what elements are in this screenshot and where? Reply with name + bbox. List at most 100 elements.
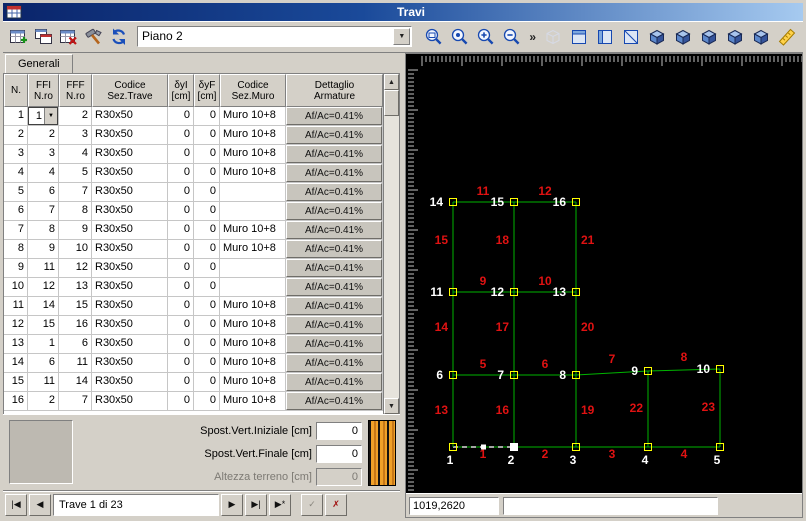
cell-ffi[interactable]: 2 — [28, 126, 59, 145]
cell-n[interactable]: 2 — [4, 126, 28, 145]
cube-e-icon[interactable] — [749, 25, 773, 49]
cube-c-icon[interactable] — [697, 25, 721, 49]
cell-dyf[interactable]: 0 — [194, 164, 220, 183]
cell-n[interactable]: 1 — [4, 107, 28, 126]
cell-fff[interactable]: 15 — [59, 297, 92, 316]
scroll-up-button[interactable]: ▲ — [384, 74, 399, 90]
cell-dyf[interactable]: 0 — [194, 259, 220, 278]
armature-detail-button[interactable]: Af/Ac=0.41% — [286, 183, 382, 201]
cell-ffi[interactable]: 6 — [28, 183, 59, 202]
cell-fff[interactable]: 5 — [59, 164, 92, 183]
cell-ffi[interactable]: 3 — [28, 145, 59, 164]
cell-muro[interactable] — [220, 259, 286, 278]
cell-dyi[interactable]: 0 — [168, 183, 194, 202]
cell-dyf[interactable]: 0 — [194, 202, 220, 221]
armature-detail-button[interactable]: Af/Ac=0.41% — [286, 278, 382, 296]
cell-muro[interactable] — [220, 278, 286, 297]
cell-trave[interactable]: R30x50 — [92, 278, 168, 297]
nav-post-button[interactable]: ✓ — [301, 494, 323, 516]
combo-dropdown-button[interactable]: ▼ — [393, 28, 410, 45]
cell-dyf[interactable]: 0 — [194, 354, 220, 373]
cell-n[interactable]: 4 — [4, 164, 28, 183]
cell-fff[interactable]: 10 — [59, 240, 92, 259]
cell-fff[interactable]: 8 — [59, 202, 92, 221]
cell-ffi[interactable]: 6 — [28, 354, 59, 373]
cube-a-icon[interactable] — [645, 25, 669, 49]
cell-n[interactable]: 15 — [4, 373, 28, 392]
cell-fff[interactable]: 7 — [59, 183, 92, 202]
node-marker[interactable] — [511, 444, 518, 451]
cell-n[interactable]: 13 — [4, 335, 28, 354]
cell-trave[interactable]: R30x50 — [92, 183, 168, 202]
cell-trave[interactable]: R30x50 — [92, 126, 168, 145]
cell-n[interactable]: 14 — [4, 354, 28, 373]
cell-muro[interactable]: Muro 10+8 — [220, 392, 286, 411]
ffi-combo[interactable]: 1▼ — [28, 107, 58, 125]
armature-detail-button[interactable]: Af/Ac=0.41% — [286, 202, 382, 220]
cell-trave[interactable]: R30x50 — [92, 221, 168, 240]
nav-first-button[interactable]: |◀ — [5, 494, 27, 516]
armature-detail-button[interactable]: Af/Ac=0.41% — [286, 221, 382, 239]
cell-muro[interactable]: Muro 10+8 — [220, 107, 286, 126]
cell-dyi[interactable]: 0 — [168, 145, 194, 164]
cell-ffi[interactable]: 12 — [28, 278, 59, 297]
cell-fff[interactable]: 12 — [59, 259, 92, 278]
cell-fff[interactable]: 7 — [59, 392, 92, 411]
refresh-icon[interactable] — [107, 25, 131, 49]
scroll-down-button[interactable]: ▼ — [384, 398, 399, 414]
cell-ffi[interactable]: 1 — [28, 335, 59, 354]
armature-detail-button[interactable]: Af/Ac=0.41% — [286, 354, 382, 372]
cell-fff[interactable]: 13 — [59, 278, 92, 297]
cell-muro[interactable] — [220, 183, 286, 202]
table-insert-icon[interactable] — [7, 25, 31, 49]
cell-dyi[interactable]: 0 — [168, 240, 194, 259]
cell-trave[interactable]: R30x50 — [92, 354, 168, 373]
cell-ffi[interactable]: 11 — [28, 259, 59, 278]
cell-dyf[interactable]: 0 — [194, 221, 220, 240]
cell-ffi[interactable]: 14 — [28, 297, 59, 316]
cell-dyi[interactable]: 0 — [168, 297, 194, 316]
cell-trave[interactable]: R30x50 — [92, 392, 168, 411]
tab-generali[interactable]: Generali — [5, 54, 73, 73]
armature-detail-button[interactable]: Af/Ac=0.41% — [286, 392, 382, 410]
cell-dyf[interactable]: 0 — [194, 297, 220, 316]
cell-dyf[interactable]: 0 — [194, 392, 220, 411]
view-xz-icon[interactable] — [593, 25, 617, 49]
cell-muro[interactable]: Muro 10+8 — [220, 126, 286, 145]
armature-detail-button[interactable]: Af/Ac=0.41% — [286, 145, 382, 163]
cell-n[interactable]: 10 — [4, 278, 28, 297]
cell-dyf[interactable]: 0 — [194, 145, 220, 164]
nav-cancel-button[interactable]: ✗ — [325, 494, 347, 516]
cell-muro[interactable]: Muro 10+8 — [220, 373, 286, 392]
ffi-combo-dropdown-button[interactable]: ▼ — [44, 108, 57, 124]
cell-dyf[interactable]: 0 — [194, 373, 220, 392]
cell-trave[interactable]: R30x50 — [92, 202, 168, 221]
cell-n[interactable]: 6 — [4, 202, 28, 221]
cell-n[interactable]: 5 — [4, 183, 28, 202]
cell-dyi[interactable]: 0 — [168, 278, 194, 297]
cell-dyf[interactable]: 0 — [194, 107, 220, 126]
cell-trave[interactable]: R30x50 — [92, 240, 168, 259]
cell-n[interactable]: 12 — [4, 316, 28, 335]
cell-muro[interactable]: Muro 10+8 — [220, 240, 286, 259]
spost-vert-finale-input[interactable] — [316, 445, 362, 463]
scrollbar-thumb[interactable] — [384, 90, 399, 116]
table-scrollbar[interactable]: ▲ ▼ — [383, 74, 399, 414]
cell-dyi[interactable]: 0 — [168, 373, 194, 392]
armature-detail-button[interactable]: Af/Ac=0.41% — [286, 259, 382, 277]
armature-detail-button[interactable]: Af/Ac=0.41% — [286, 373, 382, 391]
cell-muro[interactable]: Muro 10+8 — [220, 335, 286, 354]
cell-dyi[interactable]: 0 — [168, 392, 194, 411]
cell-dyf[interactable]: 0 — [194, 183, 220, 202]
cell-dyf[interactable]: 0 — [194, 126, 220, 145]
cell-n[interactable]: 8 — [4, 240, 28, 259]
cell-ffi[interactable]: 8 — [28, 221, 59, 240]
cell-n[interactable]: 7 — [4, 221, 28, 240]
cell-fff[interactable]: 14 — [59, 373, 92, 392]
piano-combo[interactable]: Piano 2 ▼ — [137, 26, 412, 47]
armature-detail-button[interactable]: Af/Ac=0.41% — [286, 240, 382, 258]
cell-trave[interactable]: R30x50 — [92, 297, 168, 316]
cell-ffi[interactable]: 15 — [28, 316, 59, 335]
zoom-window-icon[interactable] — [422, 25, 446, 49]
cell-muro[interactable]: Muro 10+8 — [220, 221, 286, 240]
